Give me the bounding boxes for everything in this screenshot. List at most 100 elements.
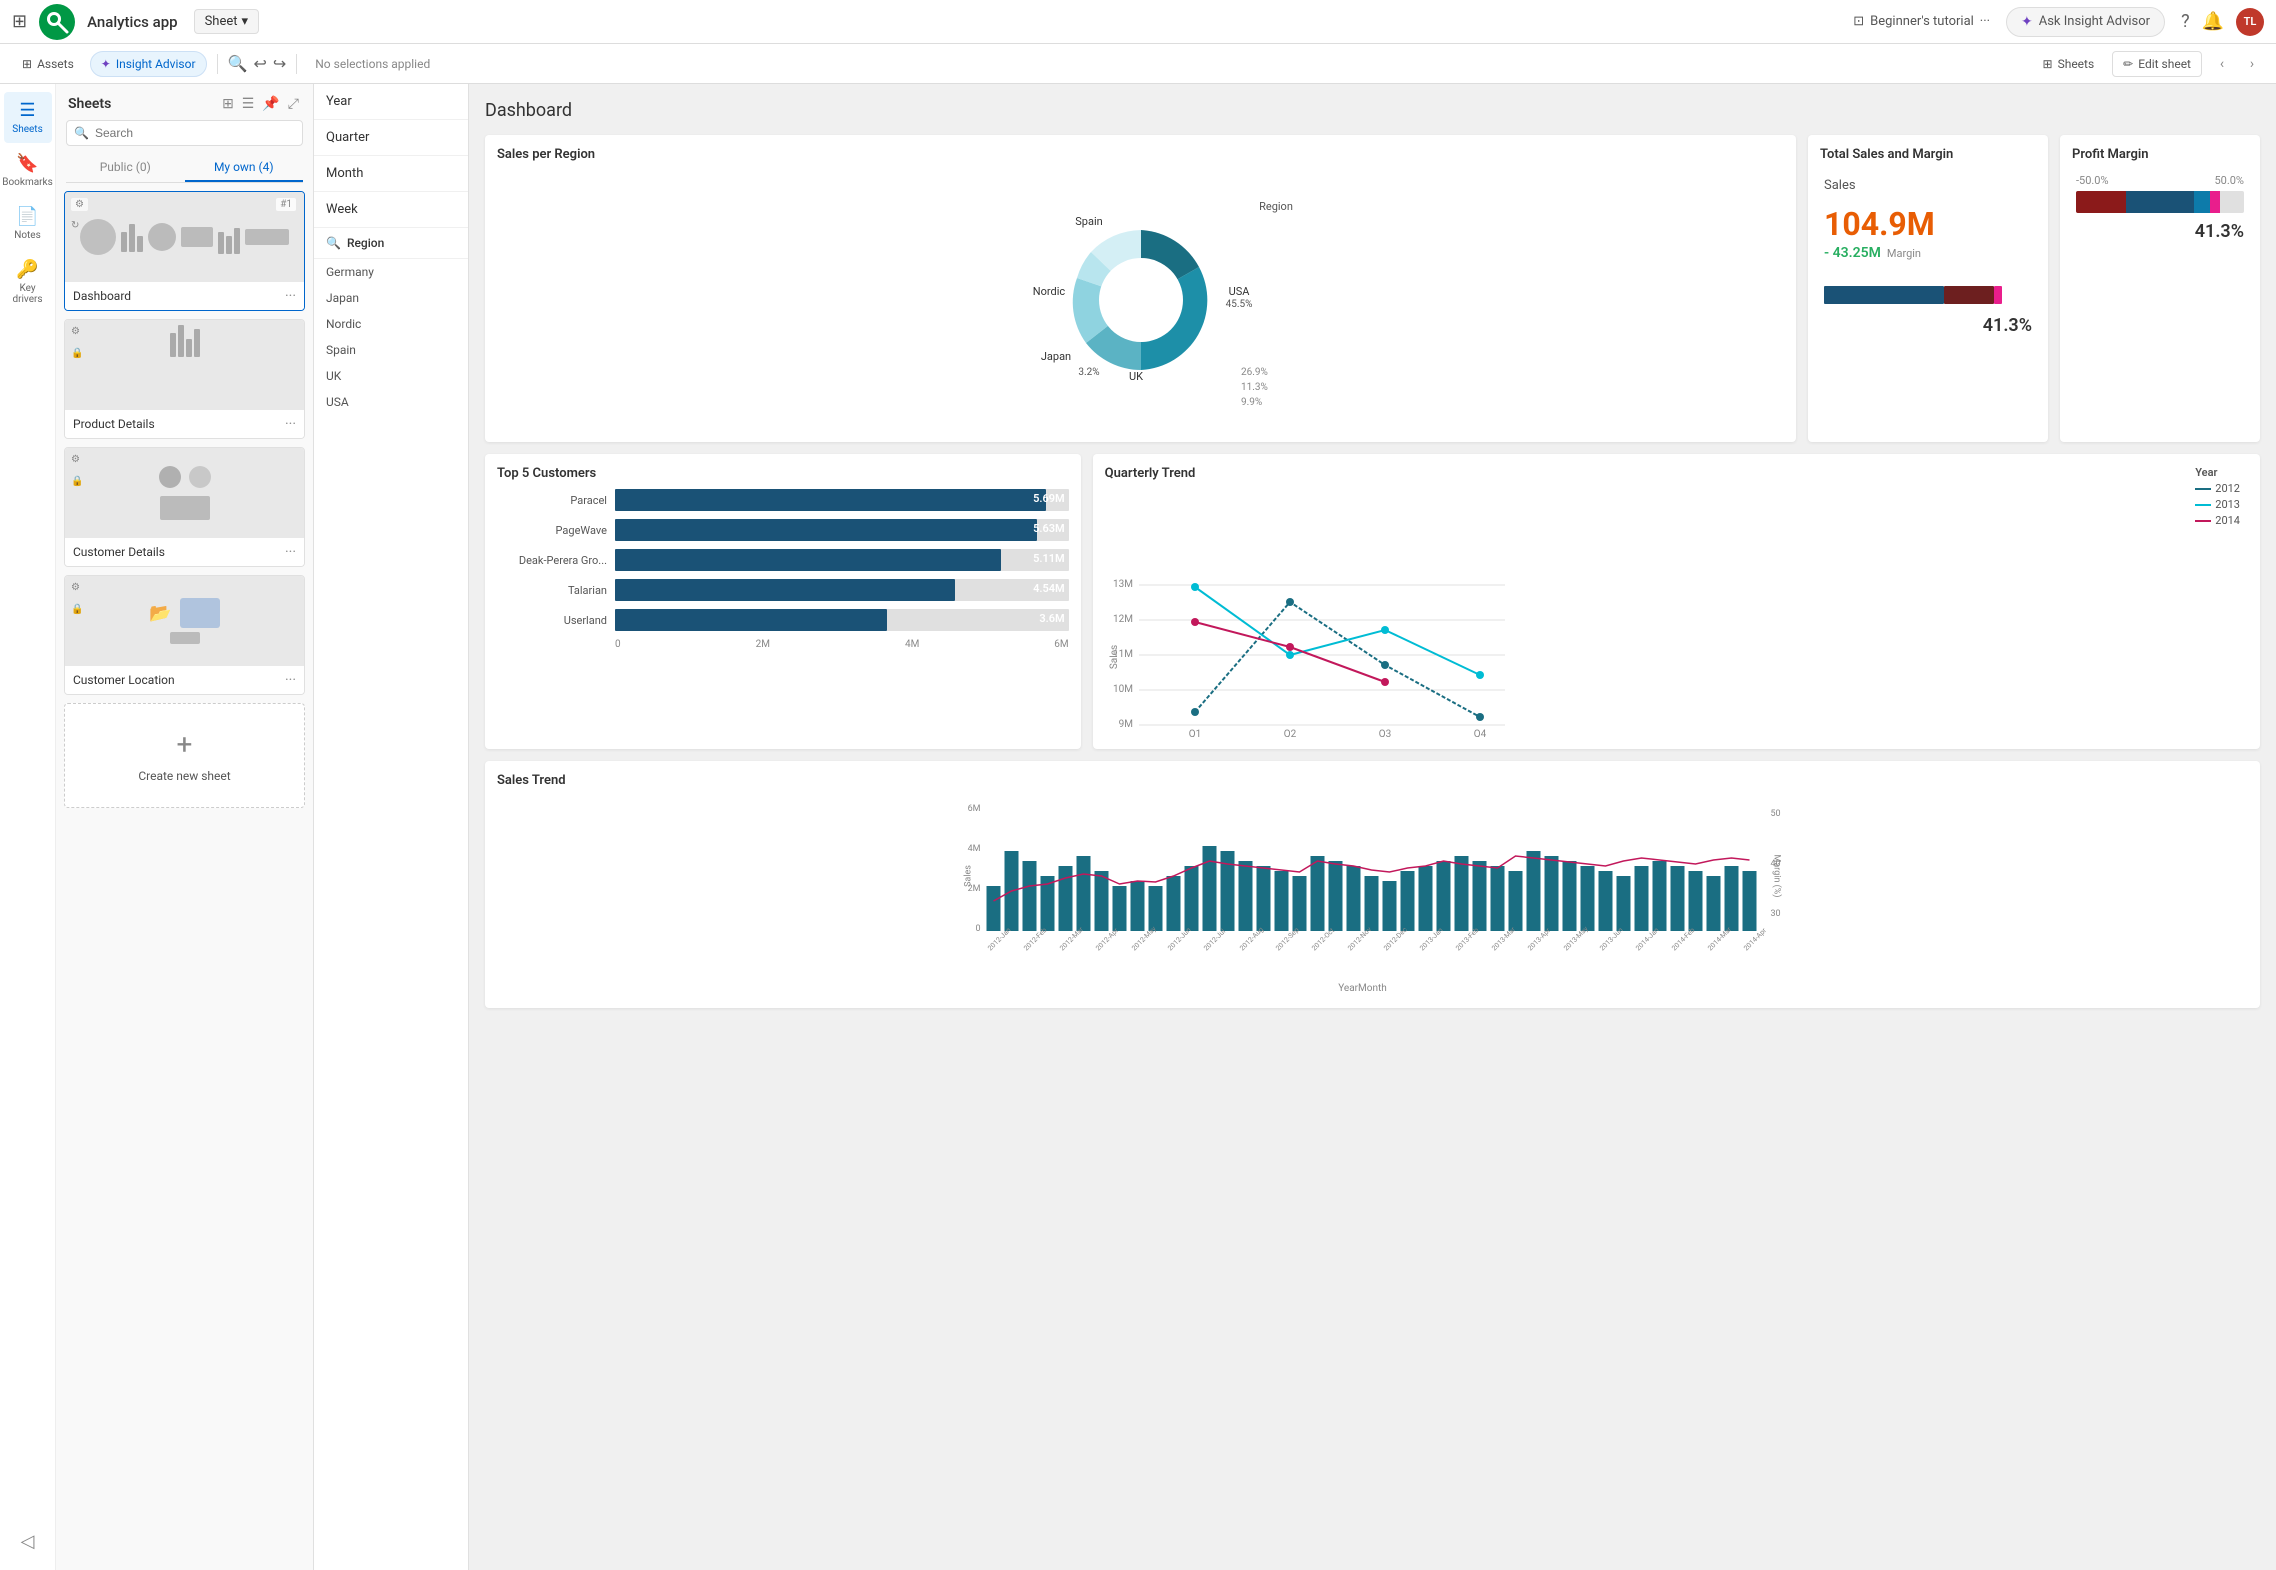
sheet-more-button-product[interactable]: ··· (285, 416, 296, 432)
charts-row-2: Top 5 Customers Paracel 5.69M PageWave (485, 454, 2260, 749)
ask-insight-button[interactable]: ✦ Ask Insight Advisor (2006, 7, 2165, 37)
notes-icon: 📄 (16, 206, 38, 227)
svg-text:45.5%: 45.5% (1225, 299, 1252, 310)
filter-usa[interactable]: USA (314, 389, 468, 415)
sheets-toggle-button[interactable]: ⊞ Sheets (2033, 52, 2105, 76)
bar-value-talarian: 4.54M (1033, 582, 1065, 595)
bar-row-pagewave: PageWave 5.63M (497, 519, 1069, 541)
grid-icon[interactable]: ⊞ (12, 11, 27, 32)
profit-value: 41.3% (2076, 221, 2244, 242)
tutorial-button[interactable]: ⊡ Beginner's tutorial ··· (1845, 10, 1998, 33)
svg-text:YearMonth: YearMonth (1338, 983, 1387, 994)
tab-my-own[interactable]: My own (4) (185, 154, 304, 182)
svg-text:Q2: Q2 (1283, 729, 1296, 737)
sheet-thumb-customer-location: 📂 ⚙ 🔒 (65, 576, 304, 666)
x-label-2m: 2M (756, 639, 770, 650)
create-sheet-card[interactable]: + Create new sheet (64, 703, 305, 808)
sheet-card-dashboard[interactable]: #1 ⚙ ↻ Dashboard ··· (64, 191, 305, 311)
profit-bar (2076, 191, 2244, 213)
undo-icon[interactable]: ↩ (253, 54, 266, 73)
sheet-more-button-dashboard[interactable]: ··· (285, 288, 296, 304)
svg-text:4M: 4M (968, 844, 981, 854)
pin-icon[interactable]: 📌 (260, 94, 281, 114)
redo-icon[interactable]: ↪ (273, 54, 286, 73)
filter-spain[interactable]: Spain (314, 337, 468, 363)
dashboard-area: Dashboard Sales per Region Region (469, 84, 2276, 1570)
search-icon-sheets: 🔍 (74, 126, 89, 140)
sidebar-item-sheets[interactable]: ☰ Sheets (4, 92, 52, 143)
avatar[interactable]: TL (2236, 8, 2264, 36)
grid-view-icon[interactable]: ⊞ (220, 94, 236, 114)
sheets-search-input[interactable] (66, 120, 303, 146)
svg-text:9.9%: 9.9% (1241, 397, 1262, 408)
bar-row-deak: Deak-Perera Gro... 5.11M (497, 549, 1069, 571)
sheet-card-product[interactable]: ⚙ 🔒 Product Details ··· (64, 319, 305, 439)
dashboard-title: Dashboard (485, 100, 2260, 121)
filter-quarter[interactable]: Quarter (314, 120, 468, 156)
list-view-icon[interactable]: ☰ (240, 94, 257, 114)
filter-germany[interactable]: Germany (314, 259, 468, 285)
expand-icon[interactable]: ⤢ (286, 94, 301, 114)
edit-sheet-button[interactable]: ✏ Edit sheet (2112, 51, 2202, 77)
svg-text:2012-Jul: 2012-Jul (1202, 927, 1227, 952)
sheet-settings-icon-cust[interactable]: ⚙ (71, 454, 80, 465)
filter-region-header[interactable]: 🔍 Region (314, 228, 468, 259)
sheet-more-button-customer-location[interactable]: ··· (285, 672, 296, 688)
nav-left-icon[interactable]: ‹ (2210, 52, 2234, 76)
filter-japan[interactable]: Japan (314, 285, 468, 311)
sheet-settings-icon-loc[interactable]: ⚙ (71, 582, 80, 593)
sheet-settings-icon-product[interactable]: ⚙ (71, 326, 80, 337)
sales-margin-bar (1824, 281, 2024, 311)
margin-pct: 41.3% (1824, 315, 2032, 336)
sheet-card-footer-product: Product Details ··· (65, 410, 304, 438)
insight-advisor-button[interactable]: ✦ Insight Advisor (90, 51, 207, 77)
sheet-refresh-icon[interactable]: ↻ (71, 220, 79, 231)
quarterly-trend-svg: 9M 10M 11M 12M 13M Q1 Q2 Q3 Q4 (1105, 527, 1525, 737)
bell-icon[interactable]: 🔔 (2202, 11, 2224, 32)
filter-month[interactable]: Month (314, 156, 468, 192)
chart-sales-per-region: Sales per Region Region (485, 135, 1796, 442)
filter-uk[interactable]: UK (314, 363, 468, 389)
sheet-name-customer-location: Customer Location (73, 673, 175, 687)
svg-text:Japan: Japan (1040, 350, 1070, 363)
chart-profit-margin: Profit Margin -50.0% 50.0% 41.3% (2060, 135, 2260, 442)
svg-text:3.2%: 3.2% (1078, 367, 1099, 378)
profit-min-label: -50.0% (2076, 174, 2109, 187)
collapse-sidebar-icon[interactable]: ◁ (13, 1523, 43, 1560)
search-icon[interactable]: 🔍 (228, 54, 248, 73)
sidebar-item-bookmarks[interactable]: 🔖 Bookmarks (4, 145, 52, 196)
sheet-card-customer-details[interactable]: ⚙ 🔒 Customer Details ··· (64, 447, 305, 567)
sheet-selector[interactable]: Sheet ▾ (194, 9, 259, 34)
profit-max-label: 50.0% (2214, 174, 2244, 187)
svg-text:Q3: Q3 (1378, 729, 1391, 737)
sales-trend-svg: 6M 4M 2M 0 50 40 30 (497, 796, 2248, 996)
sheets-grid-icon: ⊞ (2043, 57, 2053, 71)
svg-text:Q4: Q4 (1473, 729, 1486, 737)
filter-nordic[interactable]: Nordic (314, 311, 468, 337)
nav-right-icon[interactable]: › (2240, 52, 2264, 76)
sidebar-item-key-drivers[interactable]: 🔑 Key drivers (4, 251, 52, 313)
sheet-more-button-customer-details[interactable]: ··· (285, 544, 296, 560)
svg-text:Sales: Sales (964, 865, 974, 887)
svg-text:10M: 10M (1113, 684, 1133, 695)
bar-track-pagewave: 5.63M (615, 519, 1069, 541)
sheet-card-customer-location[interactable]: 📂 ⚙ 🔒 Customer Location ··· (64, 575, 305, 695)
svg-text:26.9%: 26.9% (1241, 367, 1268, 378)
filter-week[interactable]: Week (314, 192, 468, 228)
sheet-options-icon[interactable]: ⚙ (71, 198, 88, 211)
create-sheet-label: Create new sheet (138, 769, 230, 783)
help-icon[interactable]: ? (2181, 11, 2190, 32)
sheet-lock-icon-cust: 🔒 (71, 476, 83, 487)
bar-fill-paracel (615, 489, 1046, 511)
bar-label-pagewave: PageWave (497, 524, 607, 537)
sidebar-item-notes[interactable]: 📄 Notes (4, 198, 52, 249)
tab-public[interactable]: Public (0) (66, 154, 185, 182)
bar-track-paracel: 5.69M (615, 489, 1069, 511)
assets-button[interactable]: ⊞ Assets (12, 52, 84, 76)
filters-panel: Year Quarter Month Week 🔍 Region Germany… (314, 84, 469, 1570)
svg-text:9M: 9M (1118, 719, 1132, 730)
filter-year[interactable]: Year (314, 84, 468, 120)
sheet-thumb-dashboard: #1 ⚙ ↻ (65, 192, 304, 282)
chart-quarterly-trend: Quarterly Trend Year 2012 2013 2014 9M 1… (1093, 454, 2260, 749)
insight-spark-icon: ✦ (101, 57, 111, 71)
